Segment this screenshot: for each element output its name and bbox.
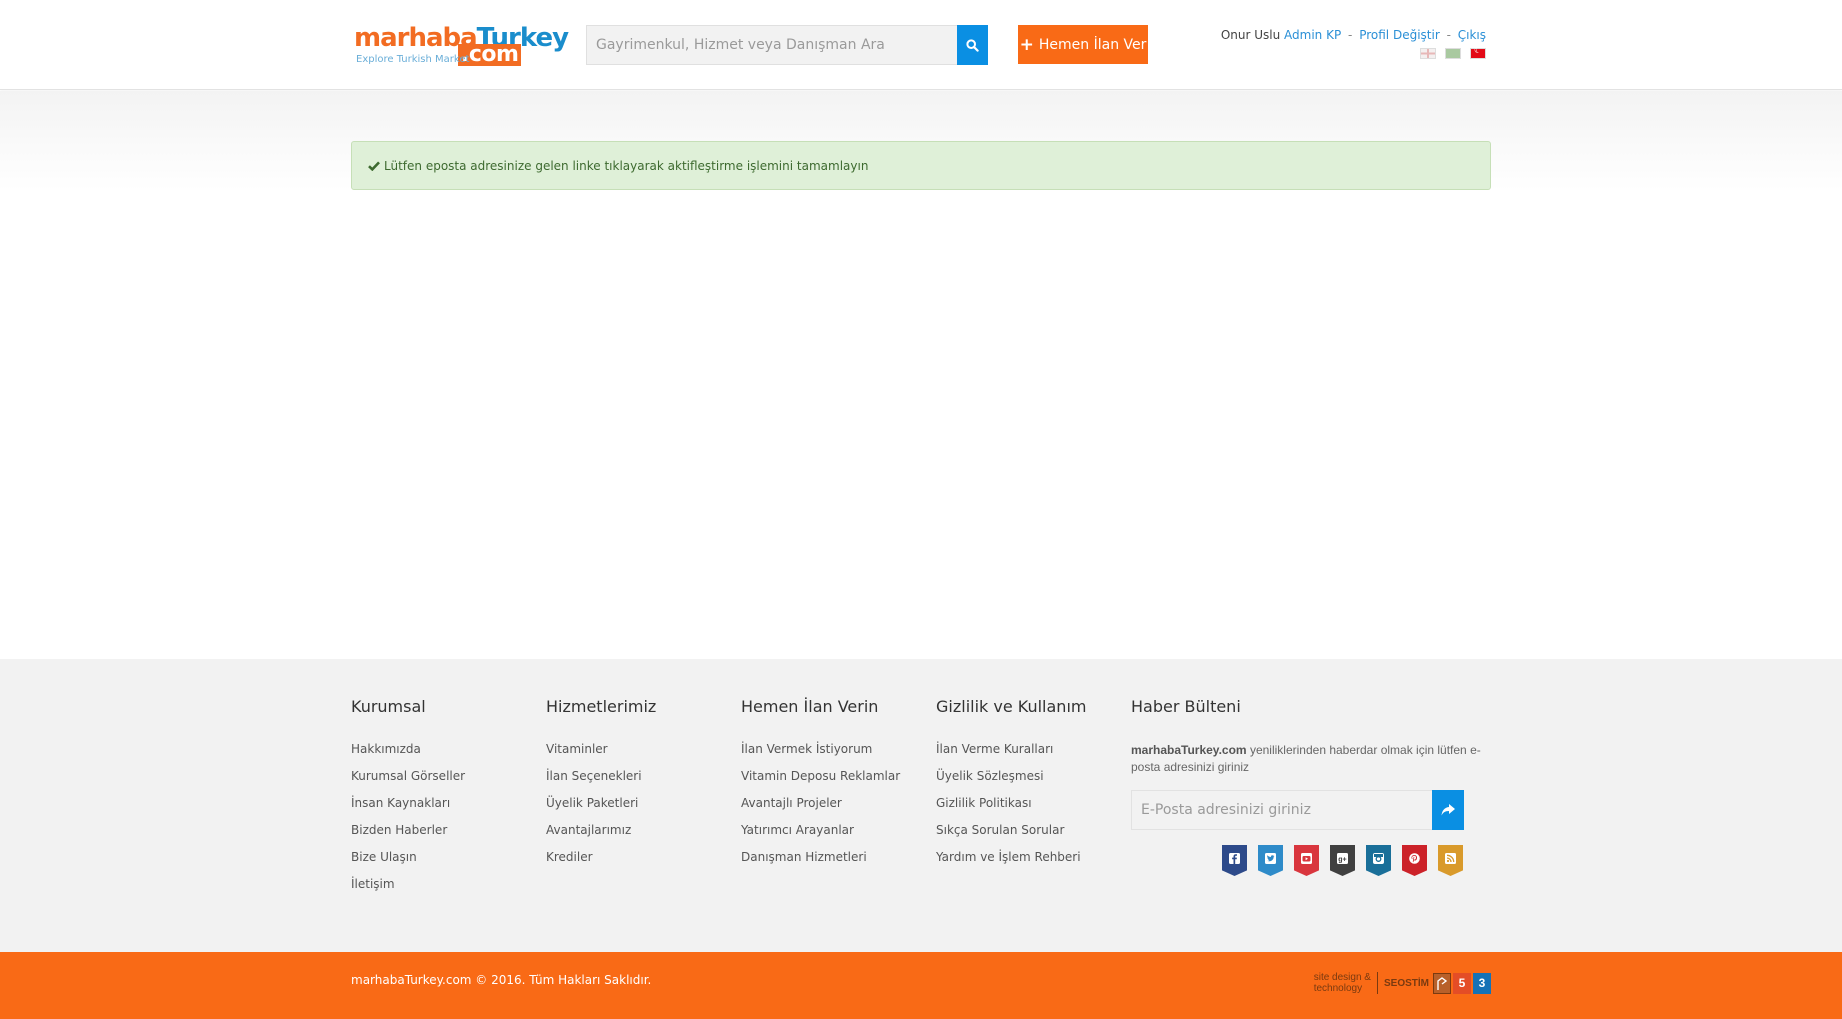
footer-link[interactable]: Bizden Haberler (351, 823, 447, 837)
edit-profile-link[interactable]: Profil Değiştir (1359, 28, 1440, 42)
credit-label: site design & technology (1314, 972, 1378, 994)
site-footer: Kurumsal Hakkımızda Kurumsal Görseller İ… (0, 659, 1842, 952)
newsletter-submit-button[interactable] (1432, 790, 1464, 830)
credit-line-2: technology (1313, 983, 1363, 994)
admin-panel-link[interactable]: Admin KP (1284, 28, 1341, 42)
footer-link[interactable]: Yardım ve İşlem Rehberi (936, 850, 1081, 864)
plus-icon: + (1019, 34, 1034, 55)
facebook-icon[interactable] (1222, 845, 1247, 876)
footer-link[interactable]: Vitamin Deposu Reklamlar (741, 769, 900, 783)
instagram-icon[interactable] (1366, 845, 1391, 876)
footer-link[interactable]: İlan Verme Kuralları (936, 742, 1053, 756)
responsive-icon (1433, 972, 1451, 994)
user-name: Onur Uslu (1220, 28, 1281, 42)
footer-link[interactable]: Yatırımcı Arayanlar (741, 823, 854, 837)
logout-link[interactable]: Çıkış (1458, 28, 1486, 42)
footer-link[interactable]: Danışman Hizmetleri (741, 850, 867, 864)
pinterest-icon[interactable] (1402, 845, 1427, 876)
success-alert: Lütfen eposta adresinize gelen linke tık… (351, 141, 1491, 190)
footer-column-title: Hizmetlerimiz (546, 697, 657, 716)
footer-column-title: Hemen İlan Verin (741, 697, 879, 716)
css3-icon: 3 (1473, 972, 1491, 994)
alert-message: Lütfen eposta adresinize gelen linke tık… (384, 158, 869, 173)
footer-link[interactable]: İlan Seçenekleri (546, 769, 642, 783)
twitter-icon[interactable] (1258, 845, 1283, 876)
main-content: Lütfen eposta adresinize gelen linke tık… (0, 91, 1842, 659)
check-icon (368, 161, 380, 171)
footer-link[interactable]: Sıkça Sorulan Sorular (936, 823, 1064, 837)
footer-link[interactable]: Üyelik Sözleşmesi (936, 769, 1044, 783)
footer-link[interactable]: Bize Ulaşın (351, 850, 417, 864)
footer-link[interactable]: Hakkımızda (351, 742, 421, 756)
copyright-text: marhabaTurkey.com © 2016. Tüm Hakları Sa… (351, 973, 652, 987)
post-listing-button[interactable]: + Hemen İlan Ver (1018, 25, 1148, 64)
footer-link[interactable]: İlan Vermek İstiyorum (741, 742, 872, 756)
developer-credit[interactable]: site design & technology SEOSTİM 5 3 (1314, 972, 1491, 994)
flag-tr-icon[interactable] (1470, 46, 1486, 59)
link-separator: - (1446, 28, 1451, 42)
post-listing-label: Hemen İlan Ver (1038, 36, 1147, 53)
footer-column-title: Kurumsal (351, 697, 426, 716)
footer-link[interactable]: İnsan Kaynakları (351, 796, 450, 810)
footer-column-services: Hizmetlerimiz Vitaminler İlan Seçenekler… (546, 697, 656, 877)
site-header: marhabaTurkey .com Explore Turkish Marke… (0, 0, 1842, 90)
search-icon (966, 38, 979, 52)
youtube-icon[interactable] (1294, 845, 1319, 876)
footer-link[interactable]: Vitaminler (546, 742, 608, 756)
newsletter-form (1131, 790, 1493, 830)
logo-tagline: Explore Turkish Market (356, 54, 470, 65)
footer-link[interactable]: Üyelik Paketleri (546, 796, 638, 810)
footer-link[interactable]: Gizlilik Politikası (936, 796, 1032, 810)
flag-en-icon[interactable] (1420, 48, 1436, 59)
share-arrow-icon (1441, 804, 1455, 816)
footer-link[interactable]: Avantajlarımız (546, 823, 631, 837)
footer-link[interactable]: İletişim (351, 877, 395, 891)
footer-bottom-bar: marhabaTurkey.com © 2016. Tüm Hakları Sa… (0, 952, 1842, 1019)
search-input[interactable] (586, 25, 957, 65)
newsletter-section: Haber Bülteni marhabaTurkey.com yenilikl… (1131, 697, 1493, 876)
tech-badges: 5 3 (1433, 972, 1491, 994)
footer-column-corporate: Kurumsal Hakkımızda Kurumsal Görseller İ… (351, 697, 465, 904)
footer-link[interactable]: Krediler (546, 850, 593, 864)
credit-brand: SEOSTİM (1383, 977, 1429, 989)
flag-ar-icon[interactable] (1445, 48, 1461, 59)
newsletter-email-input[interactable] (1131, 790, 1432, 830)
newsletter-description: marhabaTurkey.com yeniliklerinden haberd… (1131, 742, 1493, 776)
html5-icon: 5 (1453, 972, 1471, 994)
link-separator: - (1348, 28, 1353, 42)
rss-icon[interactable] (1438, 845, 1463, 876)
search-button[interactable] (957, 25, 988, 65)
google-plus-icon[interactable]: g+ (1330, 845, 1355, 876)
site-logo[interactable]: marhabaTurkey .com Explore Turkish Marke… (354, 24, 569, 68)
language-switcher (1420, 46, 1486, 59)
footer-column-post-listing: Hemen İlan Verin İlan Vermek İstiyorum V… (741, 697, 900, 877)
newsletter-title: Haber Bülteni (1131, 697, 1241, 716)
user-menu: Onur Uslu Admin KP - Profil Değiştir - Ç… (1221, 28, 1486, 42)
footer-link[interactable]: Kurumsal Görseller (351, 769, 465, 783)
footer-column-title: Gizlilik ve Kullanım (936, 697, 1087, 716)
social-links: g+ (1222, 845, 1463, 876)
footer-column-privacy: Gizlilik ve Kullanım İlan Verme Kurallar… (936, 697, 1086, 877)
newsletter-brand: marhabaTurkey.com (1131, 743, 1247, 757)
svg-text:g+: g+ (1338, 856, 1346, 863)
credit-line-1: site design & (1313, 972, 1371, 983)
footer-link[interactable]: Avantajlı Projeler (741, 796, 842, 810)
